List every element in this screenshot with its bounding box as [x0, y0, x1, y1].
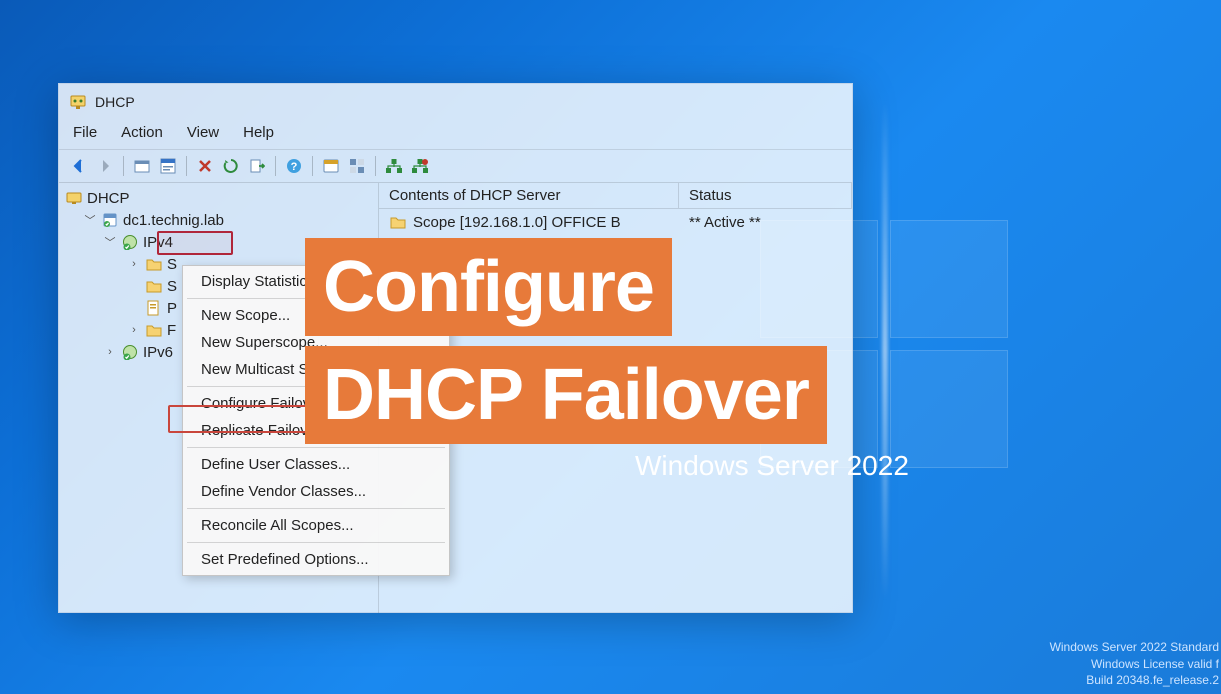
column-header-contents[interactable]: Contents of DHCP Server [379, 183, 679, 208]
ctx-separator [187, 542, 445, 543]
expander-icon[interactable]: ﹀ [83, 212, 97, 228]
toolbar-separator [375, 156, 376, 176]
toolbar-forward-button[interactable] [93, 154, 117, 178]
toolbar-filter-button[interactable] [319, 154, 343, 178]
ctx-separator [187, 447, 445, 448]
tree-ipv4-label: IPv4 [143, 234, 173, 251]
toolbar: ? [59, 149, 852, 183]
toolbar-separator [275, 156, 276, 176]
expander-icon[interactable]: › [127, 324, 141, 336]
toolbar-delete-button[interactable] [193, 154, 217, 178]
toolbar-separator [186, 156, 187, 176]
toolbar-dhcp-action-b[interactable] [408, 154, 432, 178]
list-item-status: ** Active ** [679, 211, 852, 233]
scope-folder-icon [389, 213, 407, 231]
svg-text:?: ? [291, 161, 298, 173]
ipv4-icon [121, 233, 139, 251]
overlay-title-text: DHCP Failover [323, 354, 809, 436]
scope-folder-icon [145, 255, 163, 273]
watermark-line: Windows License valid f [1050, 656, 1219, 672]
watermark-line: Windows Server 2022 Standard [1050, 639, 1219, 655]
toolbar-separator [312, 156, 313, 176]
desktop-watermark: Windows Server 2022 Standard Windows Lic… [1050, 639, 1219, 688]
toolbar-separator [123, 156, 124, 176]
menubar: File Action View Help [59, 120, 852, 149]
filters-folder-icon [145, 321, 163, 339]
tree-root-label: DHCP [87, 190, 130, 207]
list-headers: Contents of DHCP Server Status [379, 183, 852, 209]
toolbar-up-button[interactable] [130, 154, 154, 178]
list-item-status [679, 237, 852, 259]
menu-file[interactable]: File [73, 124, 97, 141]
overlay-title-line1: Configure [305, 238, 672, 336]
watermark-line: Build 20348.fe_release.2 [1050, 672, 1219, 688]
window-title: DHCP [95, 94, 135, 110]
expander-icon[interactable]: › [127, 258, 141, 270]
menu-action[interactable]: Action [121, 124, 163, 141]
scope-folder-icon [145, 277, 163, 295]
overlay-title-line2: DHCP Failover [305, 346, 827, 444]
tree-root-dhcp[interactable]: DHCP [59, 187, 378, 209]
tree-child-label: F [167, 322, 176, 339]
dhcp-root-icon [65, 189, 83, 207]
tree-server-node[interactable]: ﹀ dc1.technig.lab [59, 209, 378, 231]
toolbar-dhcp-action-a[interactable] [382, 154, 406, 178]
list-item-name: Scope [192.168.1.0] OFFICE B [413, 214, 621, 231]
overlay-subtitle: Windows Server 2022 [635, 450, 909, 482]
tree-child-label: P [167, 300, 177, 317]
policies-icon [145, 299, 163, 317]
ipv6-icon [121, 343, 139, 361]
tree-server-label: dc1.technig.lab [123, 212, 224, 229]
menu-help[interactable]: Help [243, 124, 274, 141]
ctx-reconcile-all-scopes[interactable]: Reconcile All Scopes... [183, 512, 449, 539]
ctx-separator [187, 508, 445, 509]
toolbar-refresh-button[interactable] [219, 154, 243, 178]
tree-child-label: S [167, 256, 177, 273]
server-icon [101, 211, 119, 229]
toolbar-help-button[interactable]: ? [282, 154, 306, 178]
titlebar[interactable]: DHCP [59, 84, 852, 120]
toolbar-properties-button[interactable] [156, 154, 180, 178]
dhcp-app-icon [69, 93, 87, 111]
ctx-set-predefined-options[interactable]: Set Predefined Options... [183, 546, 449, 573]
toolbar-back-button[interactable] [67, 154, 91, 178]
ctx-define-vendor-classes[interactable]: Define Vendor Classes... [183, 478, 449, 505]
ctx-define-user-classes[interactable]: Define User Classes... [183, 451, 449, 478]
toolbar-tile-button[interactable] [345, 154, 369, 178]
column-header-status[interactable]: Status [679, 183, 852, 208]
menu-view[interactable]: View [187, 124, 219, 141]
list-item-scope[interactable]: Scope [192.168.1.0] OFFICE B ** Active *… [379, 209, 852, 235]
tree-child-label: S [167, 278, 177, 295]
expander-icon[interactable]: ﹀ [103, 234, 117, 250]
expander-icon[interactable]: › [103, 346, 117, 358]
toolbar-export-button[interactable] [245, 154, 269, 178]
tree-ipv6-label: IPv6 [143, 344, 173, 361]
overlay-title-text: Configure [323, 246, 654, 328]
